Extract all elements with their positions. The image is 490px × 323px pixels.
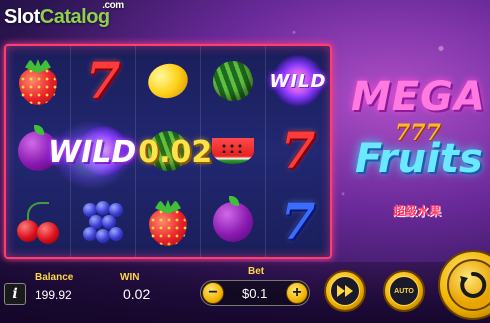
bet-value: $0.1 (242, 286, 268, 301)
fast-forward-icon (330, 276, 360, 306)
game-logo: MEGA 777 Fruits 超級水果 (345, 72, 490, 232)
balance-label: Balance (35, 272, 74, 283)
game-logo-fruits: Fruits (355, 136, 483, 182)
symbol-seven-blue: 7 (280, 191, 316, 251)
reel-5: WILD 7 7 (266, 46, 330, 257)
site-logo-com: .com (102, 0, 124, 11)
turbo-button[interactable] (324, 270, 366, 312)
game-logo-mega: MEGA (351, 74, 486, 120)
symbol-strawberry (6, 46, 70, 116)
bet-label: Bet (248, 266, 265, 277)
game-logo-chinese: 超級水果 (393, 204, 442, 218)
symbol-grapes (71, 187, 135, 257)
bet-increase-button[interactable]: + (286, 282, 308, 304)
autoplay-button[interactable]: AUTO (383, 270, 425, 312)
symbol-lemon (136, 46, 200, 116)
wild-label: WILD (269, 70, 327, 92)
symbol-wild: WILD (266, 46, 330, 116)
site-logo: SlotCatalog .com (4, 0, 124, 29)
symbol-seven-red: 7 (85, 51, 121, 111)
bet-decrease-button[interactable]: − (202, 282, 224, 304)
info-button[interactable]: i (4, 283, 26, 305)
win-amount: 0.02 (138, 135, 213, 170)
autoplay-label: AUTO (389, 276, 419, 306)
win-value: 0.02 (123, 286, 151, 302)
symbol-cherries (6, 187, 70, 257)
balance-value: 199.92 (35, 288, 72, 302)
symbol-plum (201, 187, 265, 257)
site-logo-catalog: Catalog (39, 6, 110, 28)
site-logo-slot: Slot (4, 6, 40, 28)
win-label: WIN (120, 272, 140, 283)
symbol-strawberry (136, 187, 200, 257)
spin-icon (447, 259, 490, 311)
symbol-watermelon (201, 46, 265, 116)
win-symbol: WILD (48, 135, 137, 170)
win-overlay: WILD 0.02 (48, 135, 212, 170)
symbol-seven-red: 7 (280, 121, 316, 181)
